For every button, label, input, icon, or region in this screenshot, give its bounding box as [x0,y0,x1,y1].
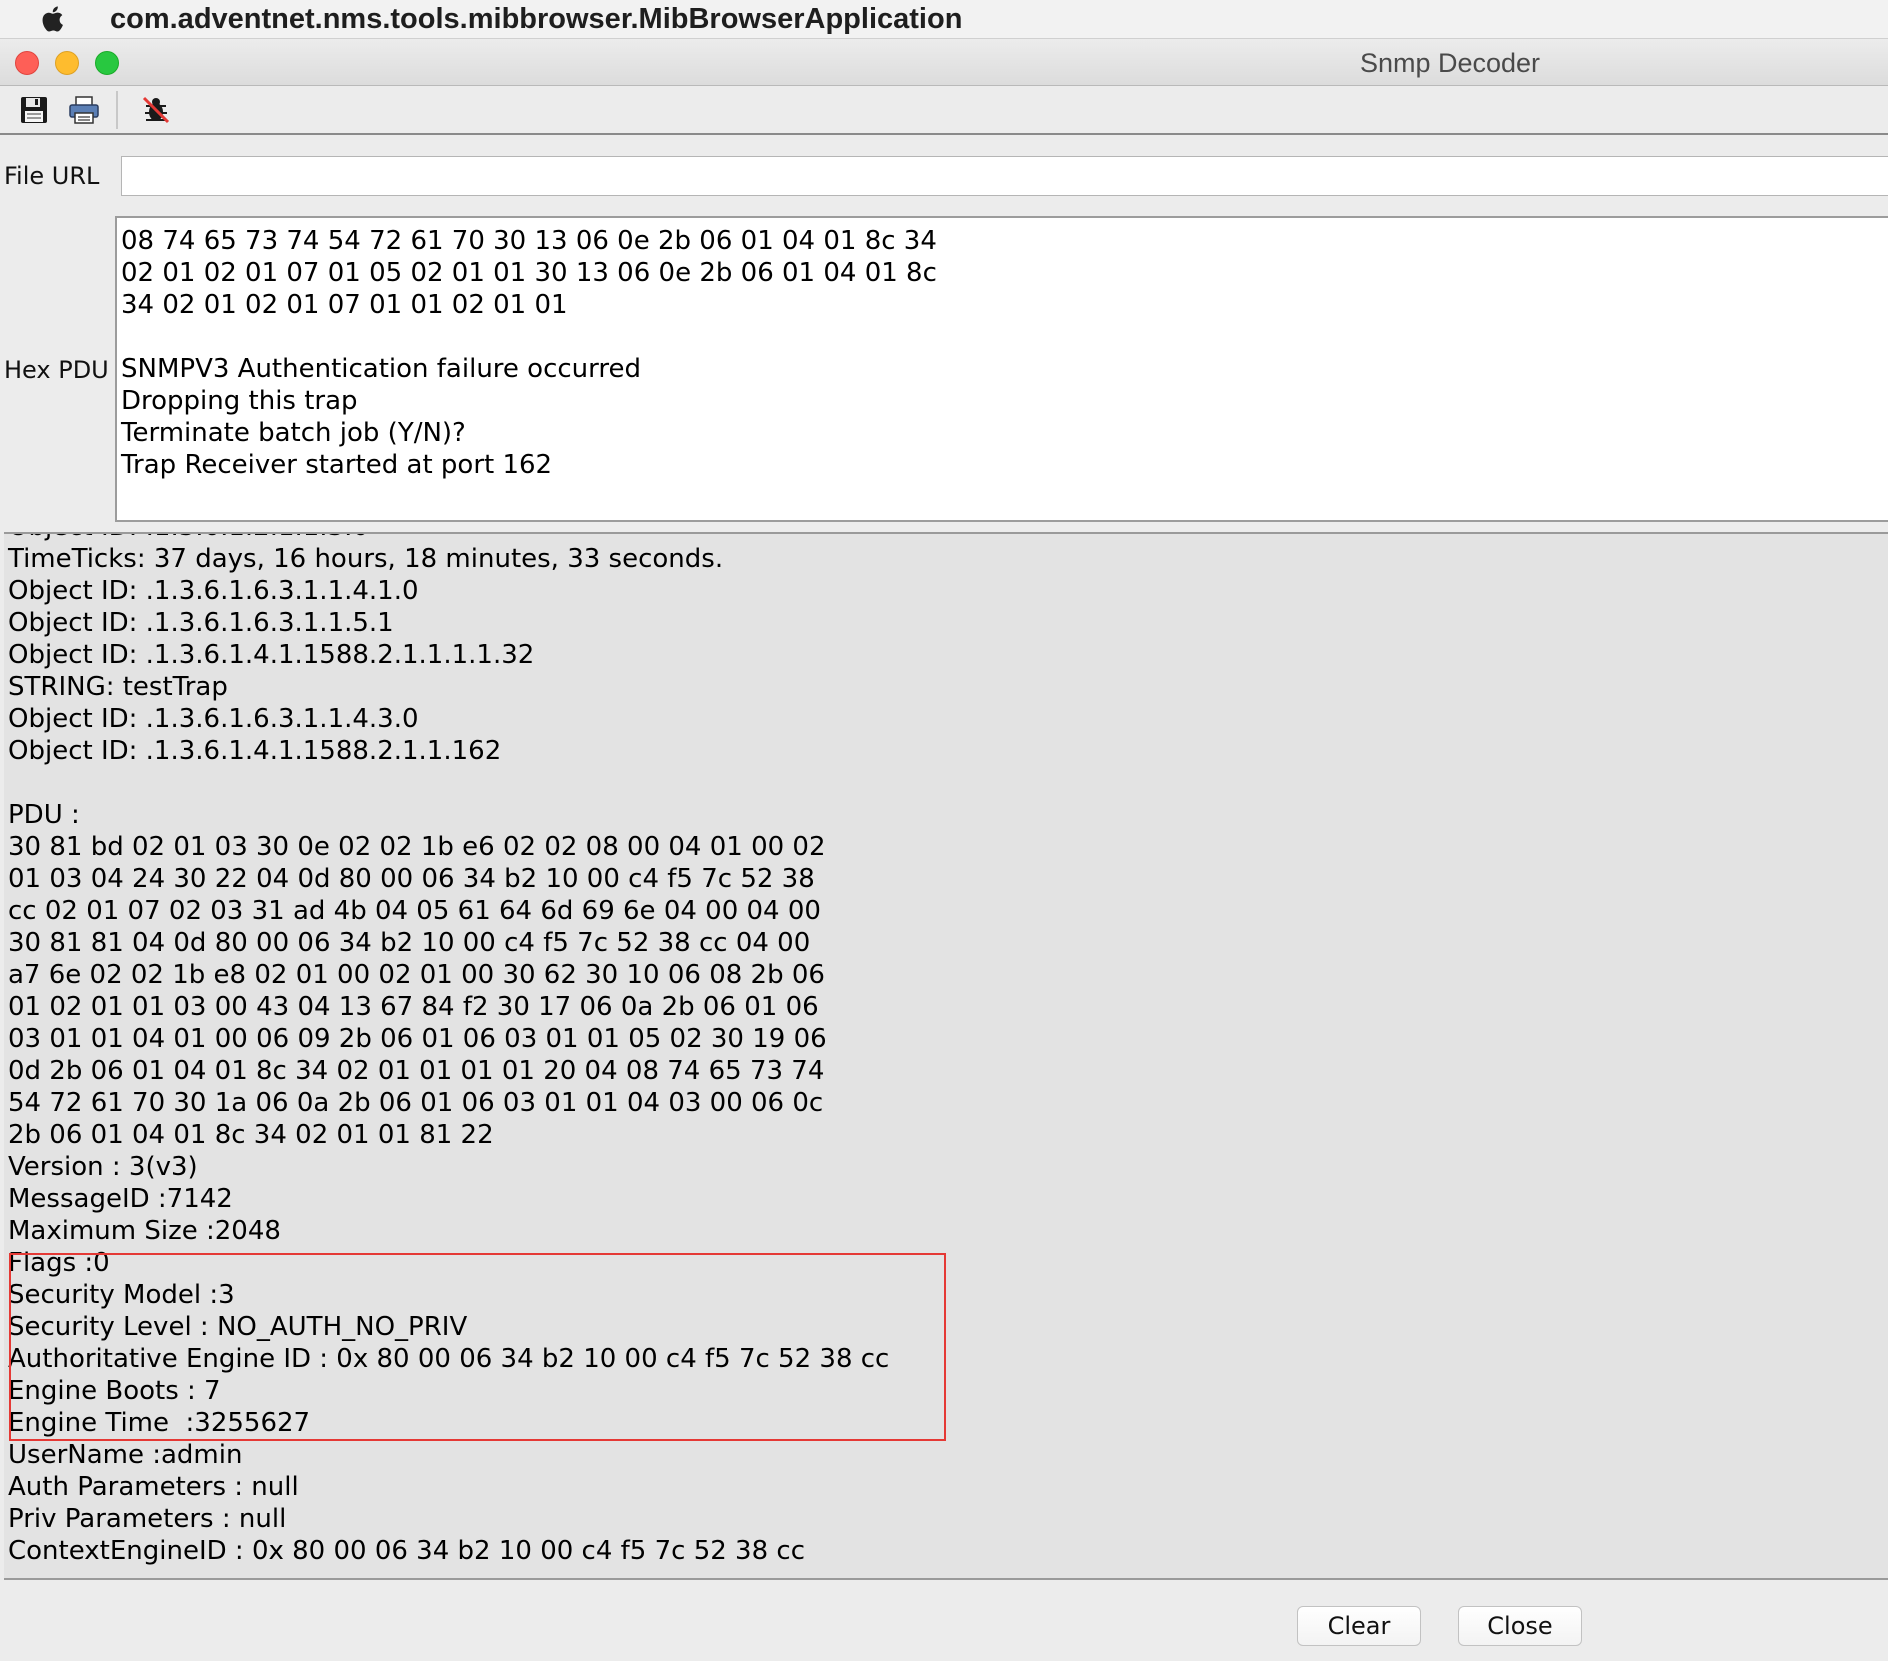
output-line: Authoritative Engine ID : 0x 80 00 06 34… [8,1344,890,1374]
output-line: 30 81 81 04 0d 80 00 06 34 b2 10 00 c4 f… [8,928,811,958]
decoded-output-content: Object ID: .1.3.6.1.2.1.1.3.0TimeTicks: … [8,534,889,1567]
hex-pdu-label: Hex PDU [4,356,109,384]
output-line: Flags :0 [8,1248,110,1278]
output-line: UserName :admin [8,1440,243,1470]
menu-bar: com.adventnet.nms.tools.mibbrowser.MibBr… [0,0,1888,39]
hex-pdu-line: SNMPV3 Authentication failure occurred [121,354,641,384]
output-line: Maximum Size :2048 [8,1216,281,1246]
output-line: 03 01 01 04 01 00 06 09 2b 06 01 06 03 0… [8,1024,827,1054]
output-line: Object ID: .1.3.6.1.4.1.1588.2.1.1.1.1.3… [8,640,535,670]
window-minimize-button[interactable] [55,51,79,75]
output-line: 54 72 61 70 30 1a 06 0a 2b 06 01 06 03 0… [8,1088,824,1118]
button-bar: Clear Close [0,1586,1888,1661]
hex-pdu-line: Terminate batch job (Y/N)? [121,418,466,448]
hex-pdu-line [121,321,937,353]
output-line: Engine Boots : 7 [8,1376,221,1406]
output-line: Object ID: .1.3.6.1.6.3.1.1.5.1 [8,608,394,638]
hex-pdu-line: 34 02 01 02 01 07 01 01 02 01 01 [121,290,568,320]
output-line: ContextEngineID : 0x 80 00 06 34 b2 10 0… [8,1536,805,1566]
output-line: Engine Time :3255627 [8,1408,311,1438]
file-url-label: File URL [4,162,100,190]
input-panel: File URL Hex PDU 00 02 30 19 06 0d 2b 06… [4,136,1888,534]
output-line: PDU : [8,800,80,830]
toolbar-separator [116,90,118,129]
output-line: Object ID: .1.3.6.1.6.3.1.1.4.1.0 [8,576,419,606]
output-line: Object ID: .1.3.6.1.4.1.1588.2.1.1.162 [8,736,502,766]
debug-toggle-button[interactable] [134,88,178,132]
output-line: 2b 06 01 04 01 8c 34 02 01 01 81 22 [8,1120,494,1150]
output-line: cc 02 01 07 02 03 31 ad 4b 04 05 61 64 6… [8,896,821,926]
hex-pdu-line: Trap Receiver started at port 162 [121,450,553,480]
floppy-disk-icon [21,96,47,123]
output-line: Security Model :3 [8,1280,235,1310]
output-line: STRING: testTrap [8,672,228,702]
hex-pdu-content: 00 02 30 19 06 0d 2b 06 01 04 01 8c 34 0… [121,218,937,481]
window-zoom-button[interactable] [95,51,119,75]
close-button[interactable]: Close [1458,1606,1582,1646]
output-line: Object ID: .1.3.6.1.6.3.1.1.4.3.0 [8,704,419,734]
print-button[interactable] [62,88,106,132]
output-line: 01 02 01 01 03 00 43 04 13 67 84 f2 30 1… [8,992,819,1022]
output-line: Auth Parameters : null [8,1472,299,1502]
decoded-output-area[interactable]: Object ID: .1.3.6.1.2.1.1.3.0TimeTicks: … [4,534,1888,1580]
printer-icon [69,95,99,124]
save-button[interactable] [12,88,56,132]
hex-pdu-line: 08 74 65 73 74 54 72 61 70 30 13 06 0e 2… [121,226,937,256]
output-line: 0d 2b 06 01 04 01 8c 34 02 01 01 01 01 2… [8,1056,825,1086]
output-line: 01 03 04 24 30 22 04 0d 80 00 06 34 b2 1… [8,864,815,894]
file-url-input[interactable] [121,156,1888,196]
app-name[interactable]: com.adventnet.nms.tools.mibbrowser.MibBr… [110,3,962,36]
toolbar [0,86,1888,135]
output-line: TimeTicks: 37 days, 16 hours, 18 minutes… [8,544,724,574]
window-title-bar: Snmp Decoder [0,39,1888,86]
apple-icon [42,6,63,32]
apple-menu[interactable] [0,5,110,33]
output-line: Version : 3(v3) [8,1152,198,1182]
output-line: Security Level : NO_AUTH_NO_PRIV [8,1312,468,1342]
hex-pdu-line: Dropping this trap [121,386,358,416]
clear-button[interactable]: Clear [1297,1606,1421,1646]
bug-disabled-icon [142,96,170,123]
output-line: Priv Parameters : null [8,1504,287,1534]
window-close-button[interactable] [15,51,39,75]
window-title: Snmp Decoder [1359,48,1541,78]
output-line: 30 81 bd 02 01 03 30 0e 02 02 1b e6 02 0… [8,832,826,862]
hex-pdu-line: 00 02 30 19 06 0d 2b 06 01 04 01 8c 34 0… [121,218,937,225]
output-line: Object ID: .1.3.6.1.2.1.1.3.0 [8,534,889,543]
output-line: a7 6e 02 02 1b e8 02 01 00 02 01 00 30 6… [8,960,825,990]
hex-pdu-line: 02 01 02 01 07 01 05 02 01 01 30 13 06 0… [121,258,937,288]
output-line: MessageID :7142 [8,1184,233,1214]
hex-pdu-textarea[interactable]: 00 02 30 19 06 0d 2b 06 01 04 01 8c 34 0… [115,216,1888,522]
